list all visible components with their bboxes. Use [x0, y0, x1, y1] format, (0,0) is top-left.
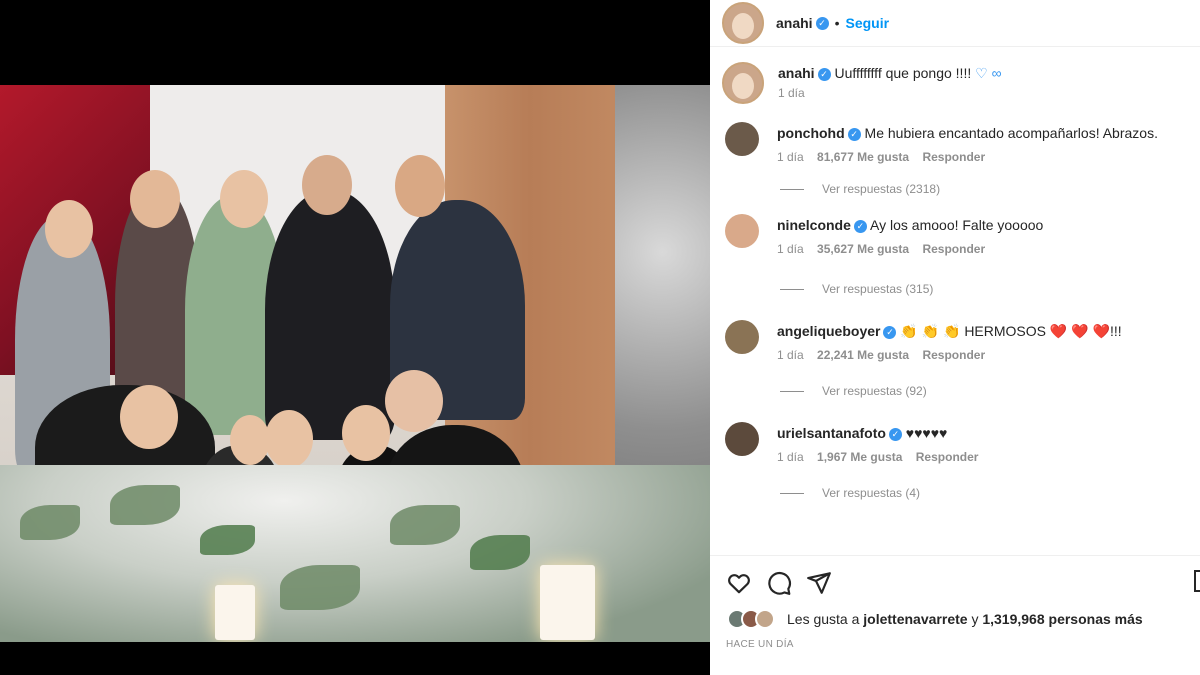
- comment-icon[interactable]: [766, 570, 792, 596]
- caption-emoji: ♡ ∞: [975, 65, 1002, 81]
- likes-summary[interactable]: Les gusta a jolettenavarrete y 1,319,968…: [710, 596, 1200, 629]
- likes-prefix: Les gusta a: [787, 611, 860, 627]
- bookmark-icon[interactable]: [1194, 570, 1200, 592]
- verified-icon: ✓: [883, 326, 897, 339]
- verified-icon: ✓: [853, 220, 867, 233]
- view-replies-label: Ver respuestas (2318): [822, 182, 941, 196]
- likes-mid: y: [971, 611, 979, 627]
- photo-table-centerpiece: [0, 465, 710, 642]
- comment-likes[interactable]: 81,677 Me gusta: [817, 150, 909, 164]
- caption-text: Uuffffffff que pongo !!!!: [834, 65, 972, 81]
- replies-line: [780, 492, 804, 494]
- comment-time: 1 día: [777, 450, 804, 464]
- comment-avatar[interactable]: [725, 214, 759, 248]
- comment-text: Ay los amooo! Falte yooooo: [870, 217, 1044, 233]
- comment-likes[interactable]: 35,627 Me gusta: [817, 242, 909, 256]
- comment-text: 👏 👏 👏 HERMOSOS ❤️ ❤️ ❤️!!!: [900, 323, 1122, 339]
- follow-button[interactable]: Seguir: [845, 15, 889, 31]
- post-side-panel: anahi ✓ • Seguir anahi ✓ Uuffffffff que p…: [710, 0, 1200, 675]
- comment-username[interactable]: ponchohd: [777, 125, 845, 141]
- comment-avatar[interactable]: [725, 422, 759, 456]
- comment-item: angeliqueboyer ✓ 👏 👏 👏 HERMOSOS ❤️ ❤️ ❤️!…: [710, 320, 1200, 362]
- view-replies-label: Ver respuestas (315): [822, 282, 934, 296]
- comment-username[interactable]: ninelconde: [777, 217, 851, 233]
- heart-icon[interactable]: [726, 570, 752, 596]
- verified-icon: ✓: [888, 428, 902, 441]
- caption-avatar[interactable]: [722, 62, 764, 104]
- view-replies-label: Ver respuestas (92): [822, 384, 927, 398]
- comment-item: ninelconde ✓ Ay los amooo! Falte yooooo 1…: [710, 214, 1200, 256]
- caption-time: 1 día: [778, 86, 805, 100]
- comment-likes[interactable]: 22,241 Me gusta: [817, 348, 909, 362]
- comment-likes[interactable]: 1,967 Me gusta: [817, 450, 902, 464]
- replies-line: [780, 390, 804, 392]
- replies-line: [780, 188, 804, 190]
- comment-time: 1 día: [777, 242, 804, 256]
- liker-avatar: [755, 609, 775, 629]
- view-replies-button[interactable]: Ver respuestas (92): [780, 384, 1200, 398]
- verified-icon: ✓: [847, 128, 861, 141]
- caption-username[interactable]: anahi: [778, 65, 815, 81]
- verified-icon: ✓: [815, 16, 829, 30]
- comment-item: ponchohd ✓ Me hubiera encantado acompañar…: [710, 122, 1200, 164]
- action-icons: [710, 556, 1200, 596]
- reply-button[interactable]: Responder: [922, 150, 985, 164]
- view-replies-button[interactable]: Ver respuestas (4): [780, 486, 1200, 500]
- comment-text: Me hubiera encantado acompañarlos! Abraz…: [864, 125, 1158, 141]
- likes-count-link[interactable]: 1,319,968 personas más: [982, 611, 1142, 627]
- reply-button[interactable]: Responder: [922, 348, 985, 362]
- reply-button[interactable]: Responder: [916, 450, 979, 464]
- comment-avatar[interactable]: [725, 320, 759, 354]
- view-replies-button[interactable]: Ver respuestas (2318): [780, 182, 1200, 196]
- comment-username[interactable]: urielsantanafoto: [777, 425, 886, 441]
- author-avatar[interactable]: [722, 2, 764, 44]
- post-header: anahi ✓ • Seguir: [710, 0, 1200, 47]
- comment-item: urielsantanafoto ✓ ♥♥♥♥♥ 1 día 1,967 Me g…: [710, 422, 1200, 464]
- comment-avatar[interactable]: [725, 122, 759, 156]
- post-actions: Les gusta a jolettenavarrete y 1,319,968…: [710, 555, 1200, 675]
- reply-button[interactable]: Responder: [922, 242, 985, 256]
- comment-time: 1 día: [777, 348, 804, 362]
- comment-time: 1 día: [777, 150, 804, 164]
- verified-icon: ✓: [817, 68, 831, 81]
- photo-group-of-people: [0, 145, 620, 555]
- share-icon[interactable]: [806, 570, 832, 596]
- comments-scroll-area[interactable]: anahi ✓ Uuffffffff que pongo !!!! ♡ ∞ 1 d…: [710, 62, 1200, 552]
- caption-row: anahi ✓ Uuffffffff que pongo !!!! ♡ ∞ 1 d…: [710, 62, 1200, 104]
- comment-text: ♥♥♥♥♥: [905, 425, 948, 441]
- media-area: [0, 0, 710, 675]
- post-photo[interactable]: [0, 85, 710, 642]
- post-timestamp: HACE UN DÍA: [726, 639, 794, 650]
- author-username[interactable]: anahi: [776, 15, 813, 31]
- instagram-post-viewer: anahi ✓ • Seguir anahi ✓ Uuffffffff que p…: [0, 0, 1200, 675]
- view-replies-label: Ver respuestas (4): [822, 486, 921, 500]
- comment-username[interactable]: angeliqueboyer: [777, 323, 880, 339]
- replies-line: [780, 288, 804, 290]
- view-replies-button[interactable]: Ver respuestas (315): [780, 282, 1200, 296]
- likes-user-link[interactable]: jolettenavarrete: [863, 611, 967, 627]
- separator-dot: •: [834, 15, 840, 31]
